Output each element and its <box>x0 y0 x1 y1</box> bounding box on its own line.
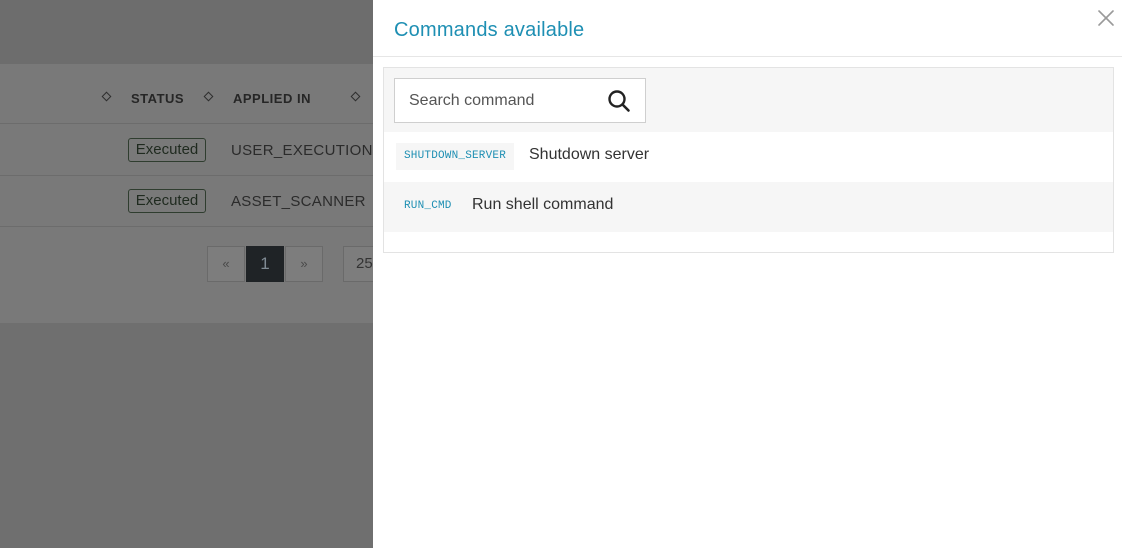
command-description: Run shell command <box>472 196 614 213</box>
command-code: SHUTDOWN_SERVER <box>396 143 515 170</box>
status-badge: Executed <box>128 138 206 162</box>
command-item[interactable]: SHUTDOWN_SERVER Shutdown server <box>384 132 1113 182</box>
applied-in-cell: USER_EXECUTION <box>231 142 373 159</box>
search-box[interactable] <box>394 78 646 123</box>
command-code: RUN_CMD <box>404 200 452 212</box>
commands-panel: SHUTDOWN_SERVER Shutdown server RUN_CMD … <box>383 67 1114 253</box>
command-item[interactable]: RUN_CMD Run shell command <box>384 182 1113 232</box>
status-badge: Executed <box>128 189 206 213</box>
pagination-next-button[interactable]: » <box>285 246 323 282</box>
pagination-prev-button[interactable]: « <box>207 246 245 282</box>
close-icon[interactable] <box>1095 7 1117 29</box>
pagination-page-button[interactable]: 1 <box>246 246 284 282</box>
column-header-status[interactable]: STATUS <box>131 91 184 106</box>
drawer-divider <box>373 56 1122 57</box>
column-header-applied-in[interactable]: APPLIED IN <box>233 91 311 106</box>
commands-drawer: Commands available SHUTDOWN_SERVER Shutd… <box>373 0 1122 548</box>
search-row <box>384 68 1113 132</box>
search-icon[interactable] <box>607 89 631 113</box>
applied-in-cell: ASSET_SCANNER <box>231 193 366 210</box>
search-input[interactable] <box>395 79 595 122</box>
command-description: Shutdown server <box>529 146 650 163</box>
drawer-title: Commands available <box>394 19 585 41</box>
